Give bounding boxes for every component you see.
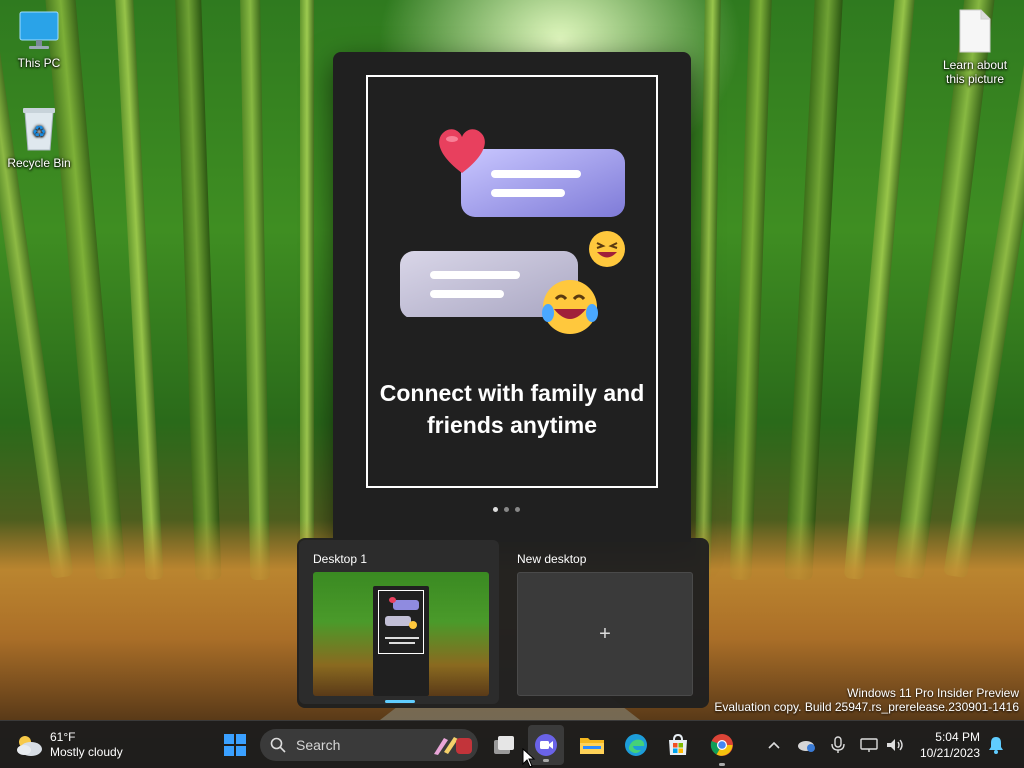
- pagination-dot[interactable]: [515, 507, 520, 512]
- recycle-bin-icon: ♻: [19, 106, 59, 152]
- file-explorer-icon: [580, 738, 604, 754]
- laughing-emoji-icon: [589, 231, 625, 267]
- start-button[interactable]: [220, 721, 250, 768]
- edge-browser-button[interactable]: [618, 721, 654, 768]
- chrome-icon: [710, 734, 733, 756]
- task-view-icon: [494, 736, 514, 754]
- taskbar: 61°F Mostly cloudy Search 5:04 PM 10/21/…: [0, 720, 1024, 768]
- desktop-icon-label: Learn about this picture: [942, 58, 1008, 86]
- notifications-button[interactable]: [984, 721, 1008, 768]
- microsoft-store-icon: [669, 733, 687, 755]
- desktop-icon-label: This PC: [17, 56, 61, 70]
- network-icon: [860, 738, 878, 752]
- weather-condition: Mostly cloudy: [50, 745, 123, 759]
- desktop-1-thumbnail: [313, 572, 489, 696]
- watermark-line-2: Evaluation copy. Build 25947.rs_prerelea…: [714, 700, 1019, 714]
- chevron-up-icon: [768, 741, 780, 749]
- onedrive-tray-button[interactable]: [794, 721, 818, 768]
- new-desktop-tile[interactable]: New desktop +: [503, 540, 703, 704]
- desktop-1-tile[interactable]: Desktop 1: [299, 540, 499, 704]
- microsoft-store-button[interactable]: [660, 721, 696, 768]
- task-view-button[interactable]: [486, 721, 522, 768]
- pagination-dot[interactable]: [504, 507, 509, 512]
- desktop-icon-learn-about-picture[interactable]: Learn about this picture: [936, 8, 1014, 86]
- phone-link-promo-panel: Connect with family and friends anytime: [333, 52, 691, 542]
- teams-meet-icon: [535, 734, 557, 756]
- pagination-dot[interactable]: [493, 507, 498, 512]
- new-desktop-button[interactable]: +: [517, 572, 693, 696]
- current-desktop-indicator: [385, 700, 415, 703]
- plus-icon: +: [599, 622, 611, 645]
- chrome-browser-button[interactable]: [704, 721, 740, 768]
- onedrive-icon: [798, 741, 815, 752]
- taskbar-search-box[interactable]: Search: [260, 729, 478, 761]
- running-indicator: [543, 759, 549, 762]
- show-hidden-icons-button[interactable]: [762, 721, 786, 768]
- running-indicator: [719, 763, 725, 766]
- task-view-desktops-panel: Desktop 1 New desktop +: [297, 538, 709, 708]
- desktop-icon-recycle-bin[interactable]: ♻ Recycle Bin: [0, 106, 78, 170]
- svg-text:♻: ♻: [32, 122, 46, 141]
- edge-icon: [625, 734, 647, 756]
- network-tray-button[interactable]: [856, 721, 882, 768]
- search-icon: [270, 737, 286, 753]
- desktop-name: New desktop: [517, 552, 587, 566]
- document-icon: [957, 8, 993, 54]
- heart-icon: [439, 129, 485, 173]
- desktop-icon-label: Recycle Bin: [7, 156, 71, 170]
- tears-of-joy-emoji-icon: [542, 280, 598, 334]
- volume-tray-button[interactable]: [882, 721, 908, 768]
- notification-bell-icon: [989, 737, 1003, 754]
- desktop-icon-this-pc[interactable]: This PC: [0, 8, 78, 70]
- weather-widget[interactable]: 61°F Mostly cloudy: [14, 721, 134, 768]
- microphone-tray-button[interactable]: [826, 721, 850, 768]
- windows-start-icon: [224, 734, 246, 756]
- promo-card: Connect with family and friends anytime: [366, 75, 658, 488]
- watermark-line-1: Windows 11 Pro Insider Preview: [847, 686, 1019, 700]
- clock-time: 5:04 PM: [935, 730, 980, 744]
- taskbar-clock[interactable]: 5:04 PM 10/21/2023: [920, 729, 980, 761]
- cloudy-weather-icon: [17, 736, 42, 756]
- clock-date: 10/21/2023: [919, 746, 980, 760]
- file-explorer-button[interactable]: [574, 721, 610, 768]
- mouse-cursor-icon: [522, 748, 536, 768]
- search-placeholder: Search: [296, 737, 341, 753]
- search-highlight-icon: [434, 737, 472, 755]
- volume-icon: [887, 739, 903, 751]
- monitor-icon: [18, 8, 60, 52]
- promo-title: Connect with family and friends anytime: [379, 380, 645, 438]
- desktop-name: Desktop 1: [313, 552, 368, 566]
- microphone-icon: [831, 736, 845, 753]
- weather-temperature: 61°F: [50, 730, 76, 744]
- chat-illustration: [400, 149, 625, 317]
- pagination-dots: [493, 507, 520, 512]
- evaluation-watermark: Windows 11 Pro Insider Preview Evaluatio…: [714, 686, 1019, 714]
